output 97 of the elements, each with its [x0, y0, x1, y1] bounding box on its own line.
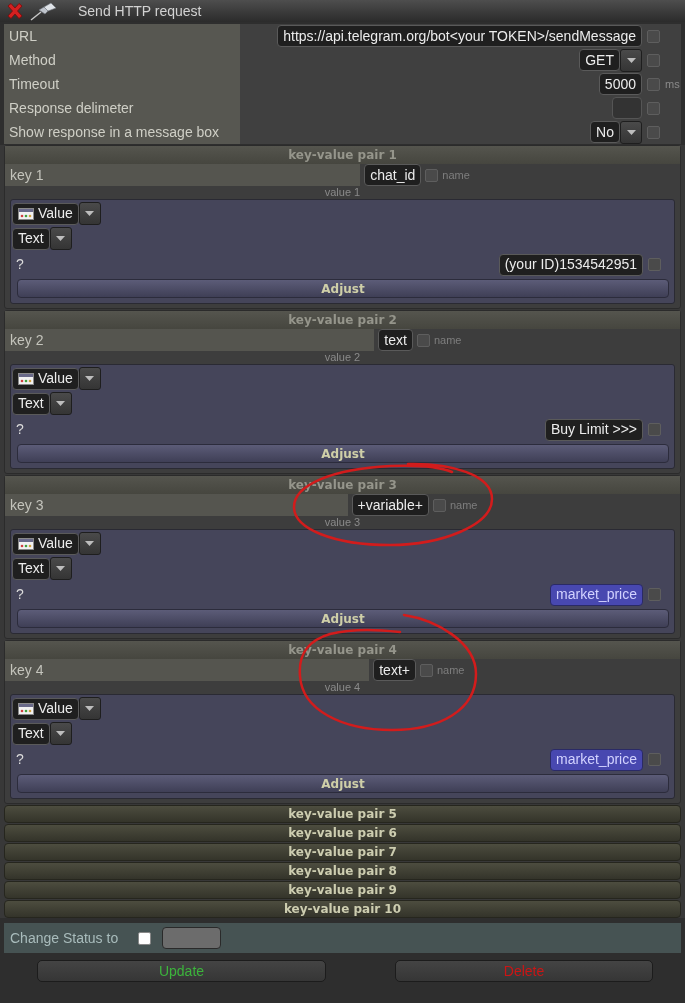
checkbox[interactable]	[648, 588, 661, 601]
section-header[interactable]: key-value pair 9	[4, 881, 681, 899]
checkbox[interactable]	[416, 333, 430, 347]
hint-label: name	[442, 167, 470, 183]
checkbox[interactable]	[648, 423, 661, 436]
dropdown-button[interactable]	[49, 227, 72, 250]
caret-icon	[56, 236, 66, 241]
question-label: ?	[15, 585, 24, 604]
adjust-button[interactable]: Adjust	[17, 774, 669, 793]
question-label: ?	[15, 255, 24, 274]
caret-icon	[56, 731, 66, 736]
caret-icon	[626, 57, 636, 63]
key-label: key 3	[10, 495, 44, 515]
section-header[interactable]: key-value pair 5	[4, 805, 681, 823]
question-label: ?	[15, 750, 24, 769]
dropdown-button[interactable]	[620, 120, 642, 144]
checkbox[interactable]	[647, 53, 660, 67]
status-label: Change Status to	[10, 928, 119, 948]
value-label: value 1	[324, 186, 361, 199]
dropdown-button[interactable]	[49, 722, 72, 745]
checkbox[interactable]	[647, 101, 660, 115]
input-field[interactable]	[612, 97, 642, 119]
pin-icon[interactable]	[30, 1, 58, 21]
entry-field[interactable]: market_price	[550, 583, 643, 606]
property-label: URL	[9, 26, 37, 46]
select-field[interactable]: Text	[12, 557, 50, 580]
select-field[interactable]: Text	[12, 227, 50, 250]
caret-icon	[85, 541, 95, 546]
select-field[interactable]: Value	[12, 202, 79, 225]
key-label: key 2	[10, 330, 44, 350]
value-label: value 4	[324, 681, 361, 694]
entry-field[interactable]: (your ID)1534542951	[498, 253, 643, 276]
select-field[interactable]: Text	[12, 722, 50, 745]
section-header[interactable]: key-value pair 8	[4, 862, 681, 880]
select-field[interactable]: Value	[12, 532, 79, 555]
dropdown-button[interactable]	[78, 367, 101, 390]
adjust-button[interactable]: Adjust	[17, 609, 669, 628]
caret-icon	[626, 129, 636, 135]
window-icon	[18, 702, 34, 715]
update-button[interactable]: Update	[37, 960, 326, 982]
select-field[interactable]: No	[590, 121, 620, 143]
property-label: Timeout	[9, 74, 60, 94]
property-label: Method	[9, 50, 56, 70]
caret-icon	[85, 211, 95, 216]
input-field[interactable]: https://api.telegram.org/bot<your TOKEN>/sendMessage	[277, 25, 642, 47]
caret-icon	[85, 706, 95, 711]
checkbox[interactable]	[647, 29, 660, 43]
key-label: key 1	[10, 165, 44, 185]
window-title: Send HTTP request	[78, 1, 202, 21]
dropdown-button[interactable]	[78, 697, 101, 720]
checkbox[interactable]	[648, 753, 661, 766]
key-label: key 4	[10, 660, 44, 680]
checkbox[interactable]	[648, 258, 661, 271]
checkbox[interactable]	[647, 125, 660, 139]
key-field[interactable]: chat_id	[364, 164, 422, 186]
value-label: value 2	[324, 351, 361, 364]
window-icon	[18, 537, 34, 550]
unit-label: ms	[665, 76, 680, 92]
adjust-button[interactable]: Adjust	[17, 279, 669, 298]
caret-icon	[85, 376, 95, 381]
checkbox[interactable]	[432, 498, 446, 512]
key-field[interactable]: +variable+	[351, 494, 429, 516]
select-field[interactable]: GET	[579, 49, 620, 71]
value-label: value 3	[324, 516, 361, 529]
checkbox[interactable]	[647, 77, 660, 91]
property-label: Show response in a message box	[9, 122, 220, 142]
dropdown-button[interactable]	[49, 557, 72, 580]
entry-field[interactable]: market_price	[550, 748, 643, 771]
entry-field[interactable]: Buy Limit >>>	[545, 418, 643, 441]
select-field[interactable]: Value	[12, 697, 79, 720]
key-field[interactable]: text+	[373, 659, 416, 681]
caret-icon	[56, 566, 66, 571]
checkbox[interactable]	[425, 168, 439, 182]
dropdown-button[interactable]	[49, 392, 72, 415]
key-field[interactable]: text	[378, 329, 413, 351]
window-icon	[18, 372, 34, 385]
status-field[interactable]	[162, 927, 222, 949]
section-header[interactable]: key-value pair 7	[4, 843, 681, 861]
input-field[interactable]: 5000	[598, 73, 642, 95]
select-field[interactable]: Value	[12, 367, 79, 390]
adjust-button[interactable]: Adjust	[17, 444, 669, 463]
hint-label: name	[436, 662, 465, 678]
select-field[interactable]: Text	[12, 392, 50, 415]
hint-label: name	[433, 332, 462, 348]
window-icon	[18, 207, 34, 220]
property-label: Response delimeter	[9, 98, 134, 118]
question-label: ?	[15, 420, 24, 439]
dropdown-button[interactable]	[78, 532, 101, 555]
caret-icon	[56, 401, 66, 406]
status-checkbox[interactable]	[138, 931, 152, 945]
dropdown-button[interactable]	[620, 48, 642, 72]
checkbox[interactable]	[419, 663, 433, 677]
close-icon[interactable]	[6, 2, 24, 20]
hint-label: name	[449, 497, 478, 513]
dropdown-button[interactable]	[78, 202, 101, 225]
section-header[interactable]: key-value pair 6	[4, 824, 681, 842]
section-header[interactable]: key-value pair 10	[4, 900, 681, 918]
